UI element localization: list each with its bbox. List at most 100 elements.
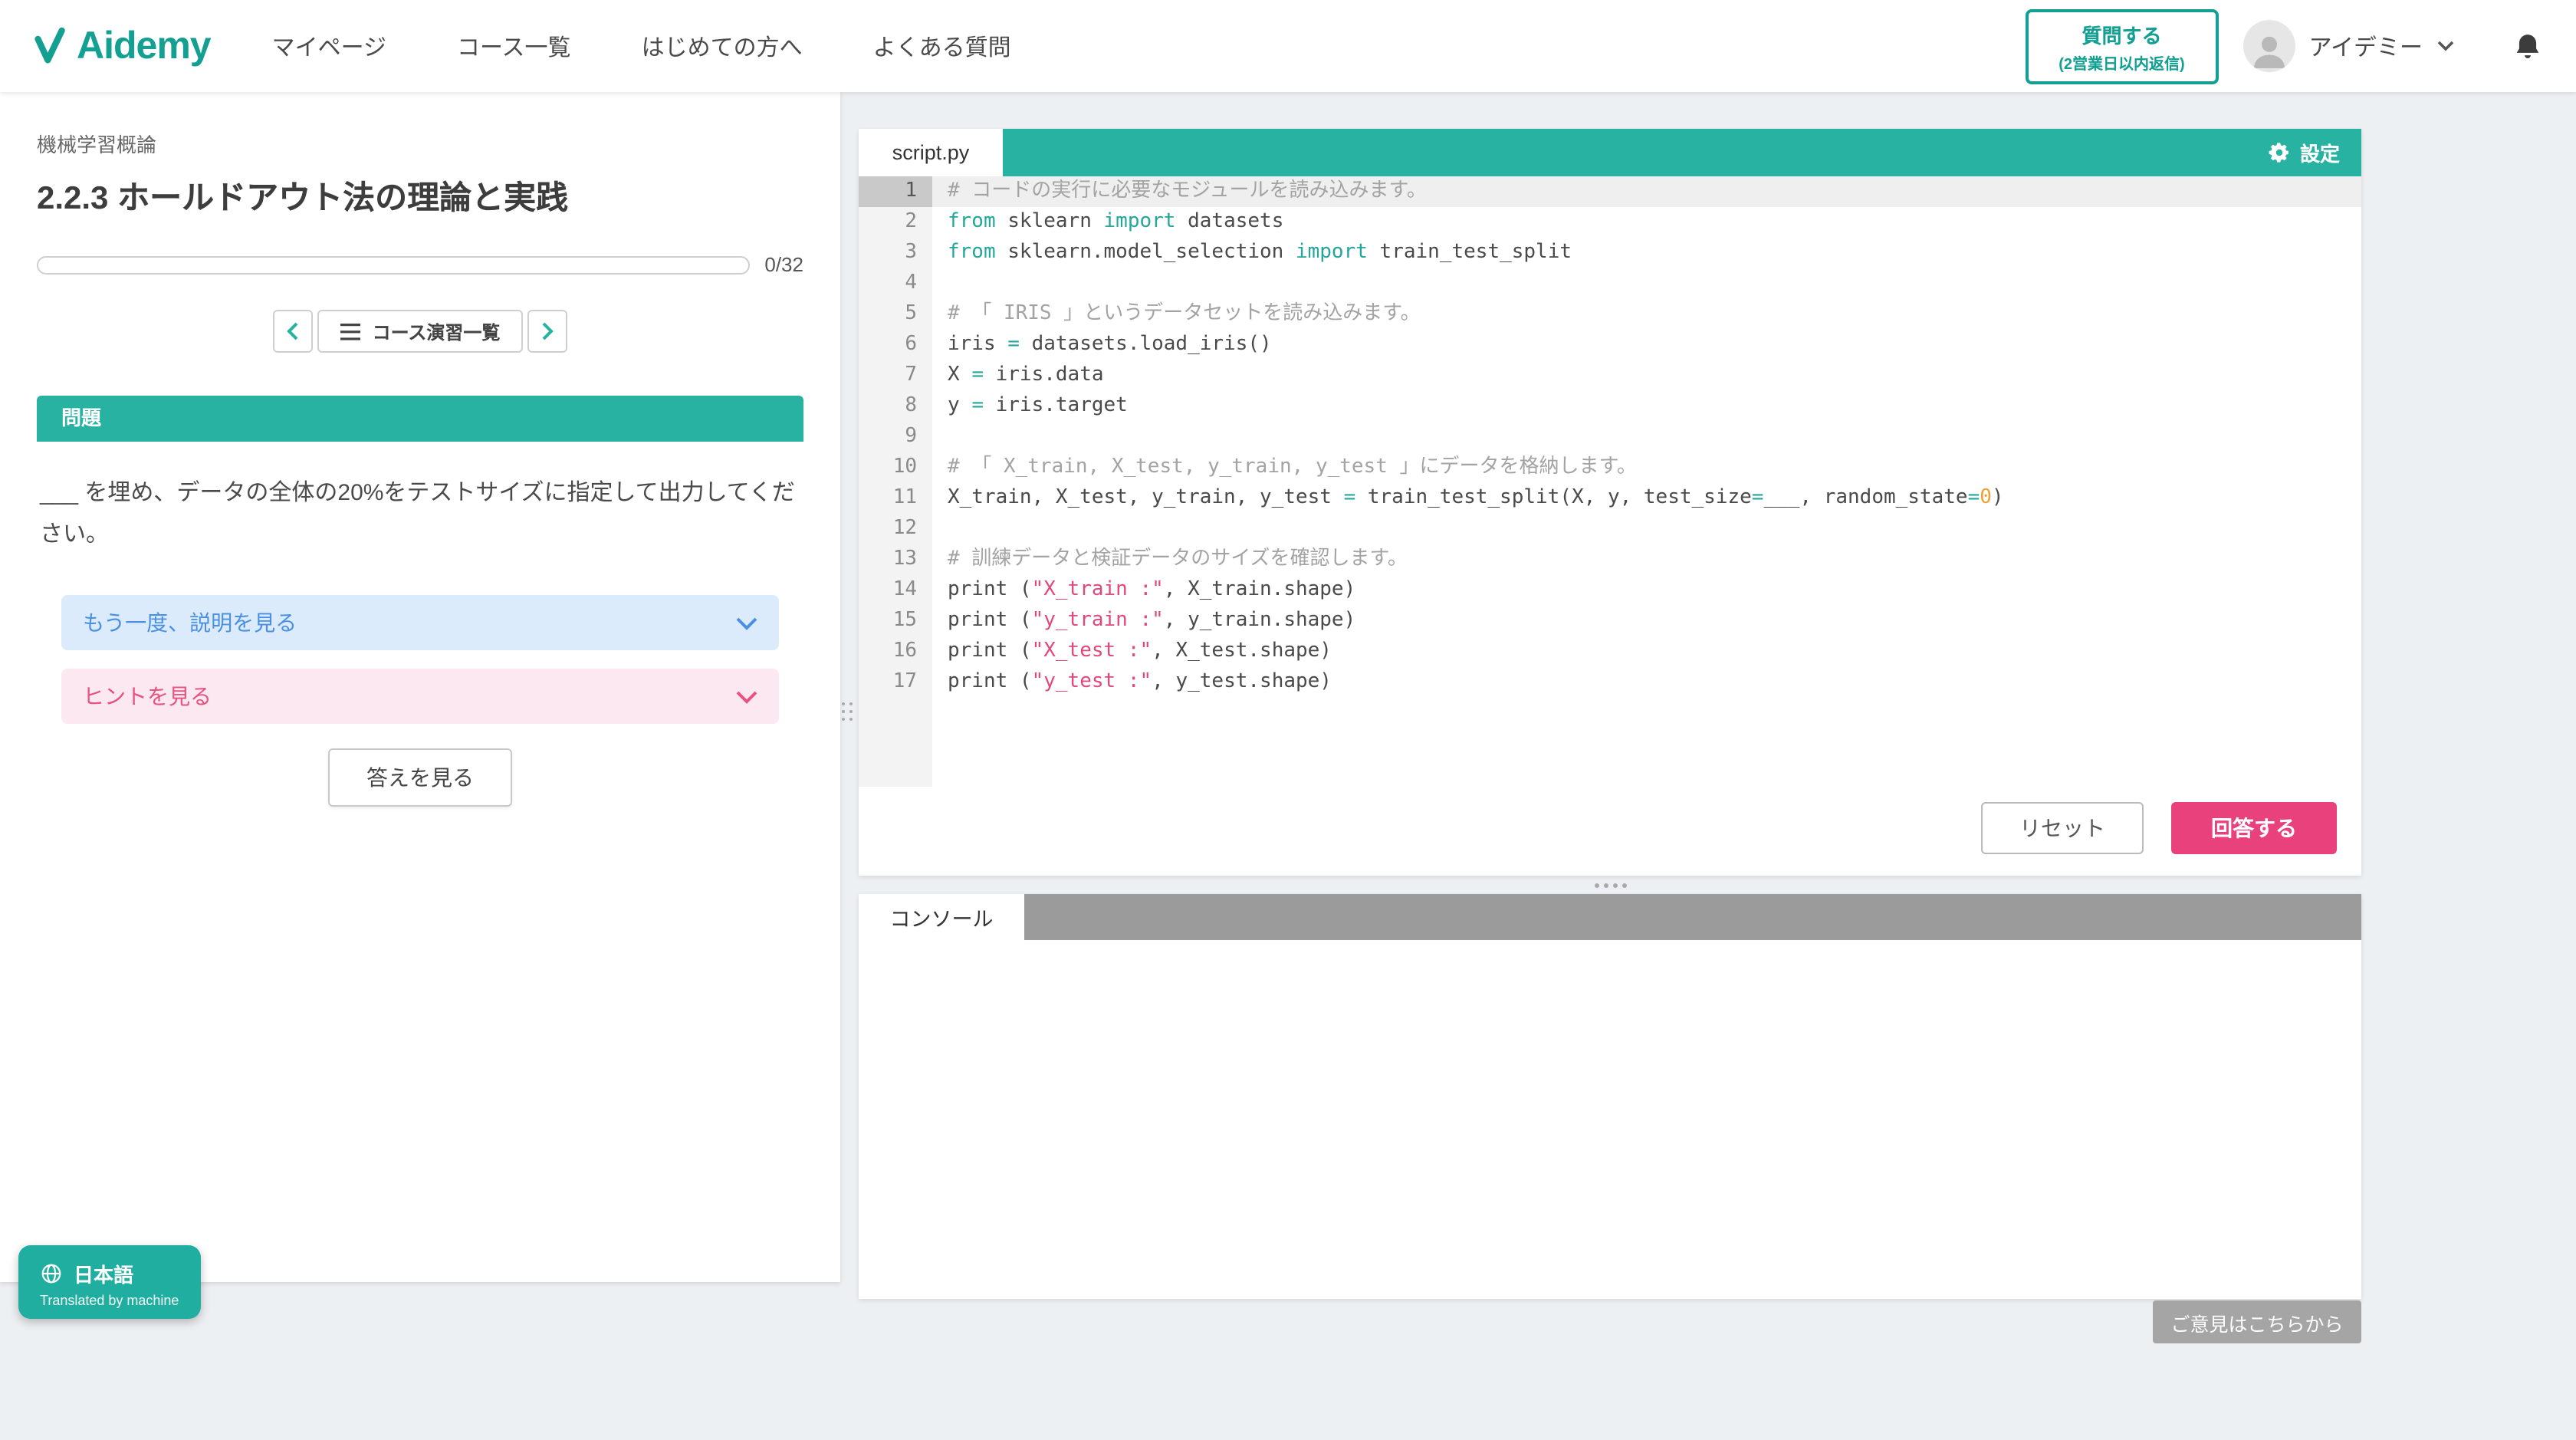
code-line[interactable]: 16print ("X_test :", X_test.shape) (859, 636, 2361, 667)
editor-tab-script[interactable]: script.py (859, 129, 1003, 176)
progress-row: 0/32 (37, 253, 803, 276)
course-exercise-list-button[interactable]: コース演習一覧 (317, 310, 524, 353)
ask-question-button[interactable]: 質問する (2営業日以内返信) (2025, 8, 2218, 84)
code-text: X = iris.data (932, 360, 2361, 391)
code-text: # 訓練データと検証データのサイズを確認します。 (932, 544, 2361, 575)
code-editor-panel: script.py 設定 1# コードの実行に必要なモジュールを読み込みます。2… (859, 129, 2361, 876)
code-text (932, 268, 2361, 299)
problem-text: ___ を埋め、データの全体の20%をテストサイズに指定して出力してください。 (40, 472, 800, 555)
code-line[interactable]: 3from sklearn.model_selection import tra… (859, 238, 2361, 268)
course-exercise-list-label: コース演習一覧 (373, 318, 501, 344)
aidemy-logo[interactable]: Aidemy (34, 24, 211, 68)
globe-icon (40, 1262, 63, 1285)
chevron-down-icon (736, 689, 757, 703)
console-panel: コンソール (859, 894, 2361, 1299)
code-text: print ("y_test :", y_test.shape) (932, 667, 2361, 698)
nav-item-faq[interactable]: よくある質問 (873, 30, 1011, 62)
feedback-button[interactable]: ご意見はこちらから (2153, 1300, 2361, 1343)
exercise-nav: コース演習一覧 (37, 310, 803, 353)
panel-resize-handle-horizontal[interactable] (859, 876, 2361, 894)
settings-button[interactable]: 設定 (2246, 129, 2361, 176)
hint-toggle[interactable]: ヒントを見る (61, 669, 779, 724)
code-text: # コードの実行に必要なモジュールを読み込みます。 (932, 176, 2361, 207)
avatar (2242, 20, 2295, 72)
nav-item-mypage[interactable]: マイページ (272, 30, 386, 62)
aidemy-logo-icon (34, 26, 67, 66)
line-number: 3 (859, 238, 932, 268)
code-text: from sklearn.model_selection import trai… (932, 238, 2361, 268)
line-number: 14 (859, 575, 932, 606)
problem-header: 問題 (37, 396, 803, 442)
reset-button[interactable]: リセット (1981, 802, 2144, 854)
line-number: 7 (859, 360, 932, 391)
gear-icon (2268, 141, 2291, 164)
console-tab[interactable]: コンソール (859, 894, 1024, 940)
code-text (932, 422, 2361, 452)
code-line[interactable]: 12 (859, 514, 2361, 544)
code-line[interactable]: 15print ("y_train :", y_train.shape) (859, 606, 2361, 636)
explanation-toggle[interactable]: もう一度、説明を見る (61, 595, 779, 650)
code-text: print ("X_train :", X_train.shape) (932, 575, 2361, 606)
submit-answer-button[interactable]: 回答する (2171, 802, 2337, 854)
line-number: 12 (859, 514, 932, 544)
next-exercise-button[interactable] (527, 310, 567, 353)
hamburger-icon (340, 323, 360, 340)
ask-question-sublabel: (2営業日以内返信) (2040, 50, 2203, 73)
breadcrumb: 機械学習概論 (37, 129, 803, 158)
settings-label: 設定 (2300, 138, 2340, 167)
line-number: 6 (859, 330, 932, 360)
console-tabbar: コンソール (859, 894, 2361, 940)
line-number: 4 (859, 268, 932, 299)
code-line[interactable]: 11X_train, X_test, y_train, y_test = tra… (859, 483, 2361, 514)
panel-resize-handle-vertical[interactable] (842, 702, 853, 721)
chevron-down-icon (736, 616, 757, 630)
nav-links: マイページ コース一覧 はじめての方へ よくある質問 (272, 30, 1011, 62)
nav-item-course-list[interactable]: コース一覧 (457, 30, 571, 62)
code-text: # 「 X_train, X_test, y_train, y_test 」にデ… (932, 452, 2361, 483)
notification-bell-icon[interactable] (2513, 30, 2542, 62)
code-line[interactable]: 17print ("y_test :", y_test.shape) (859, 667, 2361, 698)
code-line[interactable]: 7X = iris.data (859, 360, 2361, 391)
hint-toggle-label: ヒントを見る (83, 681, 212, 712)
show-answer-button[interactable]: 答えを見る (328, 748, 512, 807)
line-number: 8 (859, 391, 932, 422)
code-line[interactable]: 2from sklearn import datasets (859, 207, 2361, 238)
language-badge[interactable]: 日本語 Translated by machine (18, 1245, 200, 1319)
code-line[interactable]: 5# 「 IRIS 」というデータセットを読み込みます。 (859, 299, 2361, 330)
code-line[interactable]: 13# 訓練データと検証データのサイズを確認します。 (859, 544, 2361, 575)
code-line[interactable]: 9 (859, 422, 2361, 452)
code-rows: 1# コードの実行に必要なモジュールを読み込みます。2from sklearn … (859, 176, 2361, 698)
code-text: iris = datasets.load_iris() (932, 330, 2361, 360)
code-text (932, 514, 2361, 544)
explanation-toggle-label: もう一度、説明を見る (83, 607, 297, 638)
ask-question-label: 質問する (2040, 19, 2203, 48)
line-number: 17 (859, 667, 932, 698)
page-title: 2.2.3 ホールドアウト法の理論と実践 (37, 173, 803, 219)
line-number: 10 (859, 452, 932, 483)
line-number: 16 (859, 636, 932, 667)
line-number: 5 (859, 299, 932, 330)
progress-bar (37, 255, 749, 274)
workspace: script.py 設定 1# コードの実行に必要なモジュールを読み込みます。2… (859, 129, 2361, 1299)
code-line[interactable]: 8y = iris.target (859, 391, 2361, 422)
editor-tabbar: script.py 設定 (859, 129, 2361, 176)
prev-exercise-button[interactable] (273, 310, 313, 353)
console-output (859, 940, 2361, 1299)
nav-item-beginners[interactable]: はじめての方へ (642, 30, 803, 62)
code-line[interactable]: 6iris = datasets.load_iris() (859, 330, 2361, 360)
code-line[interactable]: 14print ("X_train :", X_train.shape) (859, 575, 2361, 606)
toggle-group: もう一度、説明を見る ヒントを見る (37, 595, 803, 724)
code-text: X_train, X_test, y_train, y_test = train… (932, 483, 2361, 514)
language-label: 日本語 (74, 1259, 133, 1288)
line-number: 13 (859, 544, 932, 575)
code-text: y = iris.target (932, 391, 2361, 422)
progress-label: 0/32 (764, 253, 803, 276)
code-area[interactable]: 1# コードの実行に必要なモジュールを読み込みます。2from sklearn … (859, 176, 2361, 787)
answer-row: 答えを見る (37, 748, 803, 807)
code-line[interactable]: 10# 「 X_train, X_test, y_train, y_test 」… (859, 452, 2361, 483)
code-line[interactable]: 1# コードの実行に必要なモジュールを読み込みます。 (859, 176, 2361, 207)
line-number: 9 (859, 422, 932, 452)
code-line[interactable]: 4 (859, 268, 2361, 299)
tabbar-spacer (1003, 129, 2246, 176)
user-menu[interactable]: アイデミー (2242, 20, 2455, 72)
